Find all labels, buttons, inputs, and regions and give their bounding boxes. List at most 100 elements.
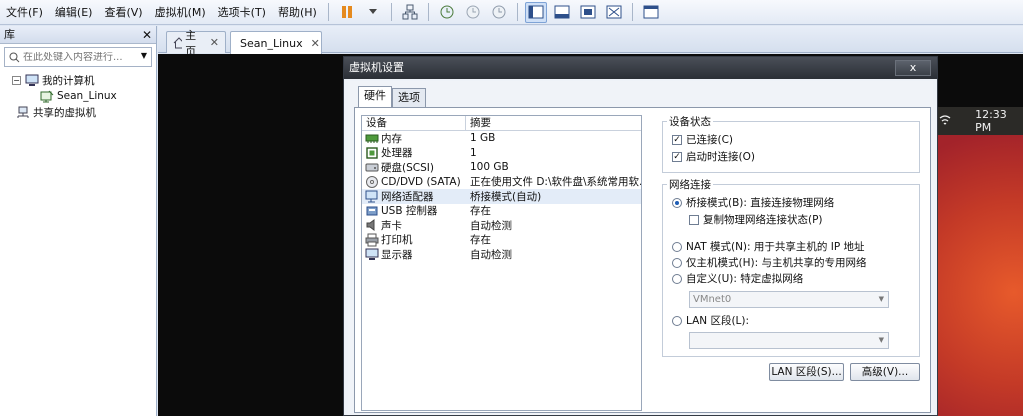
advanced-button[interactable]: 高级(V)... — [850, 363, 920, 381]
guest-desktop[interactable] — [932, 107, 1023, 416]
dialog-close-button[interactable]: x — [895, 60, 931, 76]
harddisk-icon — [365, 163, 379, 172]
device-row[interactable]: 处理器 1 — [362, 146, 641, 161]
fullscreen-button[interactable] — [577, 2, 599, 23]
device-row[interactable]: 网络适配器 桥接模式(自动) — [362, 189, 641, 204]
nat-radio[interactable]: NAT 模式(N): 用于共享主机的 IP 地址 — [672, 239, 865, 254]
connected-checkbox[interactable]: ✓ 已连接(C) — [672, 132, 733, 147]
menu-edit[interactable]: 编辑(E) — [49, 0, 99, 25]
snapshot-manager-icon — [492, 5, 506, 19]
select-value: VMnet0 — [693, 294, 732, 305]
home-icon — [173, 36, 183, 48]
column-summary[interactable]: 摘要 — [466, 116, 491, 130]
lan-segments-button[interactable]: LAN 区段(S)... — [769, 363, 844, 381]
close-icon[interactable]: ✕ — [142, 26, 152, 44]
bridged-radio[interactable]: 桥接模式(B): 直接连接物理网络 — [672, 195, 834, 210]
option-label: 复制物理网络连接状态(P) — [703, 214, 823, 226]
device-summary: 100 GB — [470, 161, 509, 174]
menu-tabs[interactable]: 选项卡(T) — [212, 0, 272, 25]
column-device[interactable]: 设备 — [362, 116, 466, 130]
device-summary: 桥接模式(自动) — [470, 190, 542, 203]
device-row[interactable]: 声卡 自动检测 — [362, 218, 641, 233]
custom-radio[interactable]: 自定义(U): 特定虚拟网络 — [672, 271, 803, 286]
lan-segment-select[interactable]: ▼ — [689, 332, 889, 349]
device-name: 显示器 — [381, 248, 413, 261]
send-ctrl-alt-del-button[interactable] — [399, 2, 421, 23]
display-icon — [365, 248, 379, 261]
tab-hardware[interactable]: 硬件 — [358, 86, 392, 108]
toolbar-separator — [427, 3, 429, 21]
tab-label: Sean_Linux — [240, 36, 303, 50]
device-summary: 自动检测 — [470, 219, 512, 232]
library-title: 库 — [4, 28, 15, 41]
radio-icon[interactable] — [672, 273, 682, 284]
lan-segment-radio[interactable]: LAN 区段(L): — [672, 313, 749, 328]
snapshot-clock-icon — [440, 5, 454, 19]
radio-selected-icon[interactable] — [672, 197, 682, 208]
device-name: 处理器 — [381, 147, 413, 160]
radio-icon[interactable] — [672, 241, 682, 252]
menu-file[interactable]: 文件(F) — [0, 0, 49, 25]
snapshot-manager-button[interactable] — [488, 2, 510, 23]
guest-top-panel: 12:33 PM — [932, 107, 1023, 135]
revert-clock-icon — [466, 5, 480, 19]
library-panel: 库 ✕ ▼ − 我的计算机 Sean_Linux 共享的虚拟机 — [0, 26, 157, 416]
tab-options[interactable]: 选项 — [392, 88, 426, 108]
close-icon[interactable]: ✕ — [210, 36, 219, 49]
checkbox-unchecked-icon[interactable] — [689, 214, 699, 225]
snapshot-button[interactable] — [436, 2, 458, 23]
radio-icon[interactable] — [672, 315, 682, 326]
device-row[interactable]: 打印机 存在 — [362, 233, 641, 248]
device-name: 硬盘(SCSI) — [381, 161, 434, 174]
chevron-down-icon[interactable]: ▼ — [141, 51, 147, 60]
console-view-icon — [643, 5, 659, 19]
search-input[interactable] — [23, 51, 133, 63]
tree-item-my-computer[interactable]: − 我的计算机 — [12, 72, 156, 88]
tab-sean-linux[interactable]: Sean_Linux ✕ — [230, 31, 322, 54]
device-row[interactable]: 硬盘(SCSI) 100 GB — [362, 160, 641, 175]
computer-icon — [25, 74, 39, 86]
tab-home[interactable]: 主页 ✕ — [166, 29, 226, 58]
checkbox-checked-icon[interactable]: ✓ — [672, 134, 682, 145]
device-summary: 1 — [470, 146, 477, 159]
option-label: LAN 区段(L): — [686, 315, 750, 327]
pause-icon — [341, 6, 352, 18]
show-library-button[interactable] — [524, 1, 547, 23]
device-row[interactable]: CD/DVD (SATA) 正在使用文件 D:\软件盘\系统常用软... — [362, 175, 641, 190]
device-row[interactable]: 内存 1 GB — [362, 131, 641, 146]
unity-button[interactable] — [603, 2, 625, 23]
group-title: 网络连接 — [667, 177, 713, 192]
revert-snapshot-button[interactable] — [462, 2, 484, 23]
option-label: 启动时连接(O) — [686, 151, 755, 163]
console-view-button[interactable] — [640, 2, 662, 23]
device-name-cell: 硬盘(SCSI) — [362, 160, 466, 175]
menu-view[interactable]: 查看(V) — [98, 0, 148, 25]
vmnet-select[interactable]: VMnet0 ▼ — [689, 291, 889, 308]
vm-icon — [40, 90, 54, 102]
dialog-body: 硬件 选项 设备 摘要 内存 1 GB 处理器 1 硬盘(SCSI) 100 GB CD/D… — [348, 81, 933, 415]
power-dropdown-button[interactable] — [362, 2, 384, 23]
device-row[interactable]: 显示器 自动检测 — [362, 247, 641, 262]
device-name-cell: 内存 — [362, 131, 466, 146]
tree-item-sean-linux[interactable]: Sean_Linux — [12, 88, 156, 104]
close-icon[interactable]: ✕ — [311, 37, 320, 50]
radio-icon[interactable] — [672, 257, 682, 268]
connect-on-power-checkbox[interactable]: ✓ 启动时连接(O) — [672, 149, 755, 164]
tree-label: 我的计算机 — [42, 74, 95, 87]
menu-vm[interactable]: 虚拟机(M) — [149, 0, 212, 25]
thumbnail-bar-button[interactable] — [551, 2, 573, 23]
library-header: 库 ✕ — [0, 26, 156, 44]
device-row[interactable]: USB 控制器 存在 — [362, 204, 641, 219]
menu-help[interactable]: 帮助(H) — [272, 0, 323, 25]
pause-button[interactable] — [336, 2, 358, 23]
replicate-state-checkbox[interactable]: 复制物理网络连接状态(P) — [689, 212, 823, 227]
tree-item-shared-vms[interactable]: 共享的虚拟机 — [12, 104, 156, 120]
device-list-header: 设备 摘要 — [362, 116, 641, 131]
hostonly-radio[interactable]: 仅主机模式(H): 与主机共享的专用网络 — [672, 255, 866, 270]
collapse-toggle-icon[interactable]: − — [12, 75, 21, 85]
toolbar-separator — [631, 3, 633, 21]
checkbox-checked-icon[interactable]: ✓ — [672, 151, 682, 162]
chevron-down-icon — [368, 9, 377, 14]
library-search[interactable]: ▼ — [4, 47, 152, 67]
sound-icon — [366, 219, 375, 232]
